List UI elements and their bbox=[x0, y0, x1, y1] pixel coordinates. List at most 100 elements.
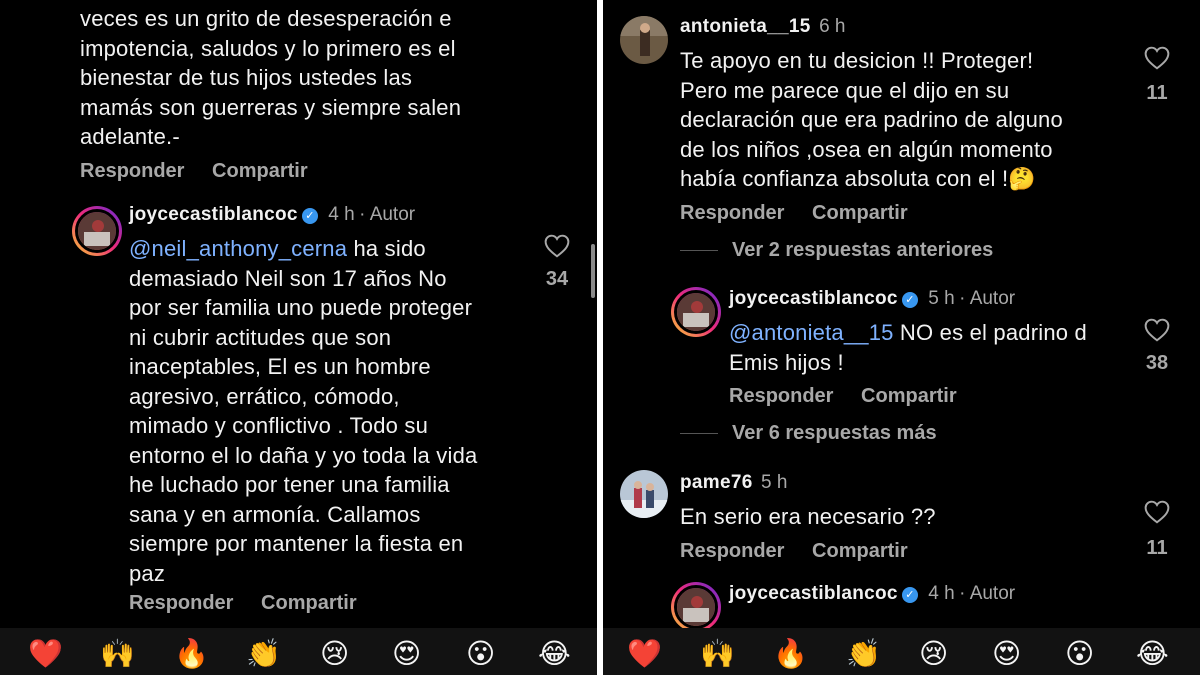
crying-face-emoji[interactable]: 😢 bbox=[919, 636, 948, 672]
comment-text: @antonieta__15 NO es el padrino d Emis h… bbox=[729, 318, 1139, 377]
comment-text: Te apoyo en tu desicion !! Proteger! Per… bbox=[680, 46, 1140, 194]
share-button[interactable]: Compartir bbox=[812, 540, 908, 562]
laughing-tears-emoji[interactable]: 😂 bbox=[1136, 636, 1169, 672]
username[interactable]: joycecastiblancoc bbox=[129, 204, 298, 225]
red-heart-emoji[interactable]: ❤️ bbox=[627, 636, 662, 672]
comment-line: paz bbox=[129, 560, 166, 586]
like-heart-icon[interactable] bbox=[544, 234, 570, 258]
comment-line: entorno el lo daña y yo toda la vida bbox=[129, 442, 478, 468]
timestamp: 4 h bbox=[328, 204, 355, 225]
share-button[interactable]: Compartir bbox=[812, 202, 908, 224]
fire-emoji[interactable]: 🔥 bbox=[773, 636, 808, 672]
view-more-replies[interactable]: Ver 6 respuestas más bbox=[680, 422, 937, 445]
clapping-hands-emoji[interactable]: 👏 bbox=[246, 636, 281, 672]
timestamp: 5 h bbox=[928, 288, 955, 309]
verified-badge-icon: ✓ bbox=[901, 292, 918, 308]
comment-actions: Responder Compartir bbox=[129, 592, 379, 615]
timestamp: 6 h bbox=[819, 16, 846, 37]
comment-line-rest: NO es el padrino d bbox=[893, 320, 1087, 345]
reply-button[interactable]: Responder bbox=[680, 540, 784, 562]
separator-dot: · bbox=[359, 204, 370, 225]
comment-line: bienestar de tus hijos ustedes las bbox=[80, 65, 413, 90]
comment-line: Emis hijos ! bbox=[729, 349, 844, 375]
author-label: Autor bbox=[969, 583, 1016, 604]
share-button[interactable]: Compartir bbox=[861, 385, 957, 407]
comment-actions: Responder Compartir bbox=[680, 202, 930, 225]
comment-line: de los niños ,osea en algún momento bbox=[680, 136, 1053, 162]
timestamp: 5 h bbox=[761, 472, 788, 493]
fire-emoji[interactable]: 🔥 bbox=[174, 636, 209, 672]
like-count: 38 bbox=[1145, 352, 1169, 374]
comment-text: @neil_anthony_cerna ha sido demasiado Ne… bbox=[129, 234, 529, 588]
comment-line: mimado y conflictivo . Todo su bbox=[129, 413, 429, 438]
view-previous-replies-label: Ver 2 respuestas anteriores bbox=[732, 239, 994, 261]
clapping-hands-emoji[interactable]: 👏 bbox=[846, 636, 881, 672]
avatar[interactable] bbox=[671, 287, 721, 337]
username[interactable]: joycecastiblancoc bbox=[729, 583, 898, 604]
laughing-tears-emoji[interactable]: 😂 bbox=[538, 636, 571, 672]
share-button[interactable]: Compartir bbox=[212, 160, 308, 182]
avatar[interactable] bbox=[620, 470, 668, 518]
replies-divider-line bbox=[680, 433, 718, 435]
like-heart-icon[interactable] bbox=[1144, 318, 1170, 342]
username[interactable]: joycecastiblancoc bbox=[729, 288, 898, 309]
avatar-image bbox=[75, 209, 119, 253]
red-heart-emoji[interactable]: ❤️ bbox=[28, 636, 63, 672]
like-heart-icon[interactable] bbox=[1144, 500, 1170, 524]
comment-header: joycecastiblancoc ✓ 5 h · Autor bbox=[729, 288, 1015, 310]
surprised-face-emoji[interactable]: 😮 bbox=[466, 636, 495, 672]
reply-button[interactable]: Responder bbox=[729, 385, 833, 407]
crying-face-emoji[interactable]: 😢 bbox=[320, 636, 349, 672]
scrollbar-thumb[interactable] bbox=[591, 244, 595, 298]
partial-comment-text: veces es un grito de desesperación e imp… bbox=[80, 4, 461, 152]
comment-line: demasiado Neil son 17 años No bbox=[129, 265, 447, 291]
comment-line: inaceptables, El es un hombre bbox=[129, 354, 431, 379]
mention-link[interactable]: @antonieta__15 bbox=[729, 320, 894, 345]
username[interactable]: pame76 bbox=[680, 472, 753, 493]
comment-line: siempre por mantener la fiesta en bbox=[129, 531, 464, 556]
right-comments-panel: antonieta__15 6 h Te apoyo en tu desicio… bbox=[603, 0, 1200, 675]
avatar[interactable] bbox=[620, 16, 668, 64]
like-heart-icon[interactable] bbox=[1144, 46, 1170, 70]
emoji-reaction-bar: ❤️ 🙌 🔥 👏 😢 😍 😮 😂 bbox=[0, 628, 597, 675]
reply-button[interactable]: Responder bbox=[80, 160, 184, 182]
heart-eyes-emoji[interactable]: 😍 bbox=[392, 636, 421, 672]
timestamp: 4 h bbox=[928, 583, 955, 604]
comment-line: agresivo, errático, cómodo, bbox=[129, 383, 400, 409]
comment-line: ni cubrir actitudes que son bbox=[129, 324, 392, 350]
view-more-replies-label: Ver 6 respuestas más bbox=[732, 422, 937, 444]
raising-hands-emoji[interactable]: 🙌 bbox=[700, 636, 735, 672]
comment-line: había confianza absoluta con el !🤔 bbox=[680, 166, 1036, 191]
avatar[interactable] bbox=[72, 206, 122, 256]
comment-line: impotencia, saludos y lo primero es el bbox=[80, 35, 456, 61]
left-comments-panel: veces es un grito de desesperación e imp… bbox=[0, 0, 597, 675]
comment-line-rest: ha sido bbox=[347, 236, 426, 261]
verified-badge-icon: ✓ bbox=[901, 587, 918, 603]
comment-header: joycecastiblancoc ✓ 4 h · Autor bbox=[729, 583, 1015, 605]
heart-eyes-emoji[interactable]: 😍 bbox=[992, 636, 1021, 672]
comment-line: Pero me parece que el dijo en su bbox=[680, 77, 1010, 103]
comment-actions: Responder Compartir bbox=[729, 385, 979, 408]
comment-line: Te apoyo en tu desicion !! Proteger! bbox=[680, 48, 1034, 73]
like-count: 34 bbox=[545, 268, 569, 290]
like-count: 11 bbox=[1146, 537, 1168, 559]
surprised-face-emoji[interactable]: 😮 bbox=[1065, 636, 1094, 672]
comment-line: @neil_anthony_cerna ha sido bbox=[129, 234, 529, 264]
comment-line: sana y en armonía. Callamos bbox=[129, 501, 421, 527]
comment-header: antonieta__15 6 h bbox=[680, 16, 846, 38]
replies-divider-line bbox=[680, 250, 718, 252]
mention-link[interactable]: @neil_anthony_cerna bbox=[129, 236, 347, 261]
reply-button[interactable]: Responder bbox=[129, 592, 233, 614]
raising-hands-emoji[interactable]: 🙌 bbox=[100, 636, 135, 672]
share-button[interactable]: Compartir bbox=[261, 592, 357, 614]
comment-header: joycecastiblancoc ✓ 4 h · Autor bbox=[129, 204, 415, 226]
avatar-image bbox=[674, 290, 718, 334]
username[interactable]: antonieta__15 bbox=[680, 16, 811, 37]
separator-dot: · bbox=[959, 288, 970, 309]
avatar[interactable] bbox=[671, 582, 721, 632]
comment-line: @antonieta__15 NO es el padrino d bbox=[729, 318, 1139, 348]
view-previous-replies[interactable]: Ver 2 respuestas anteriores bbox=[680, 239, 993, 262]
reply-button[interactable]: Responder bbox=[680, 202, 784, 224]
comment-line: mamás son guerreras y siempre salen bbox=[80, 94, 462, 120]
like-count: 11 bbox=[1146, 82, 1168, 104]
